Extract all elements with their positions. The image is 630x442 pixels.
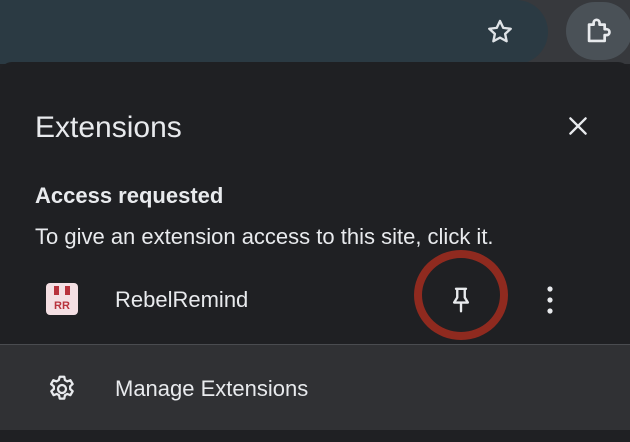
star-outline-icon: [488, 19, 512, 43]
access-requested-heading: Access requested: [35, 183, 224, 208]
pin-extension-button[interactable]: [436, 278, 486, 322]
access-requested-description: To give an extension access to this site…: [35, 224, 494, 249]
gear-icon: [46, 373, 78, 405]
pin-icon: [452, 287, 470, 313]
menu-title: Extensions: [35, 111, 182, 144]
address-bar[interactable]: [0, 0, 548, 64]
close-button[interactable]: [558, 106, 598, 146]
bookmark-star-button[interactable]: [478, 10, 522, 54]
more-vert-icon: [547, 286, 553, 314]
extension-item-rebelremind[interactable]: RR RebelRemind: [0, 262, 630, 338]
extension-more-button[interactable]: [530, 278, 570, 322]
rebelremind-logo-text: RR: [54, 300, 70, 312]
rebelremind-logo-icon: RR: [46, 283, 78, 315]
extensions-toolbar-button[interactable]: [566, 2, 630, 60]
manage-extensions-label: Manage Extensions: [115, 376, 309, 401]
browser-toolbar: [0, 0, 630, 64]
extension-name: RebelRemind: [115, 287, 249, 312]
puzzle-piece-icon: [587, 18, 611, 43]
manage-extensions-button[interactable]: Manage Extensions: [0, 345, 630, 430]
close-icon: [569, 117, 587, 135]
